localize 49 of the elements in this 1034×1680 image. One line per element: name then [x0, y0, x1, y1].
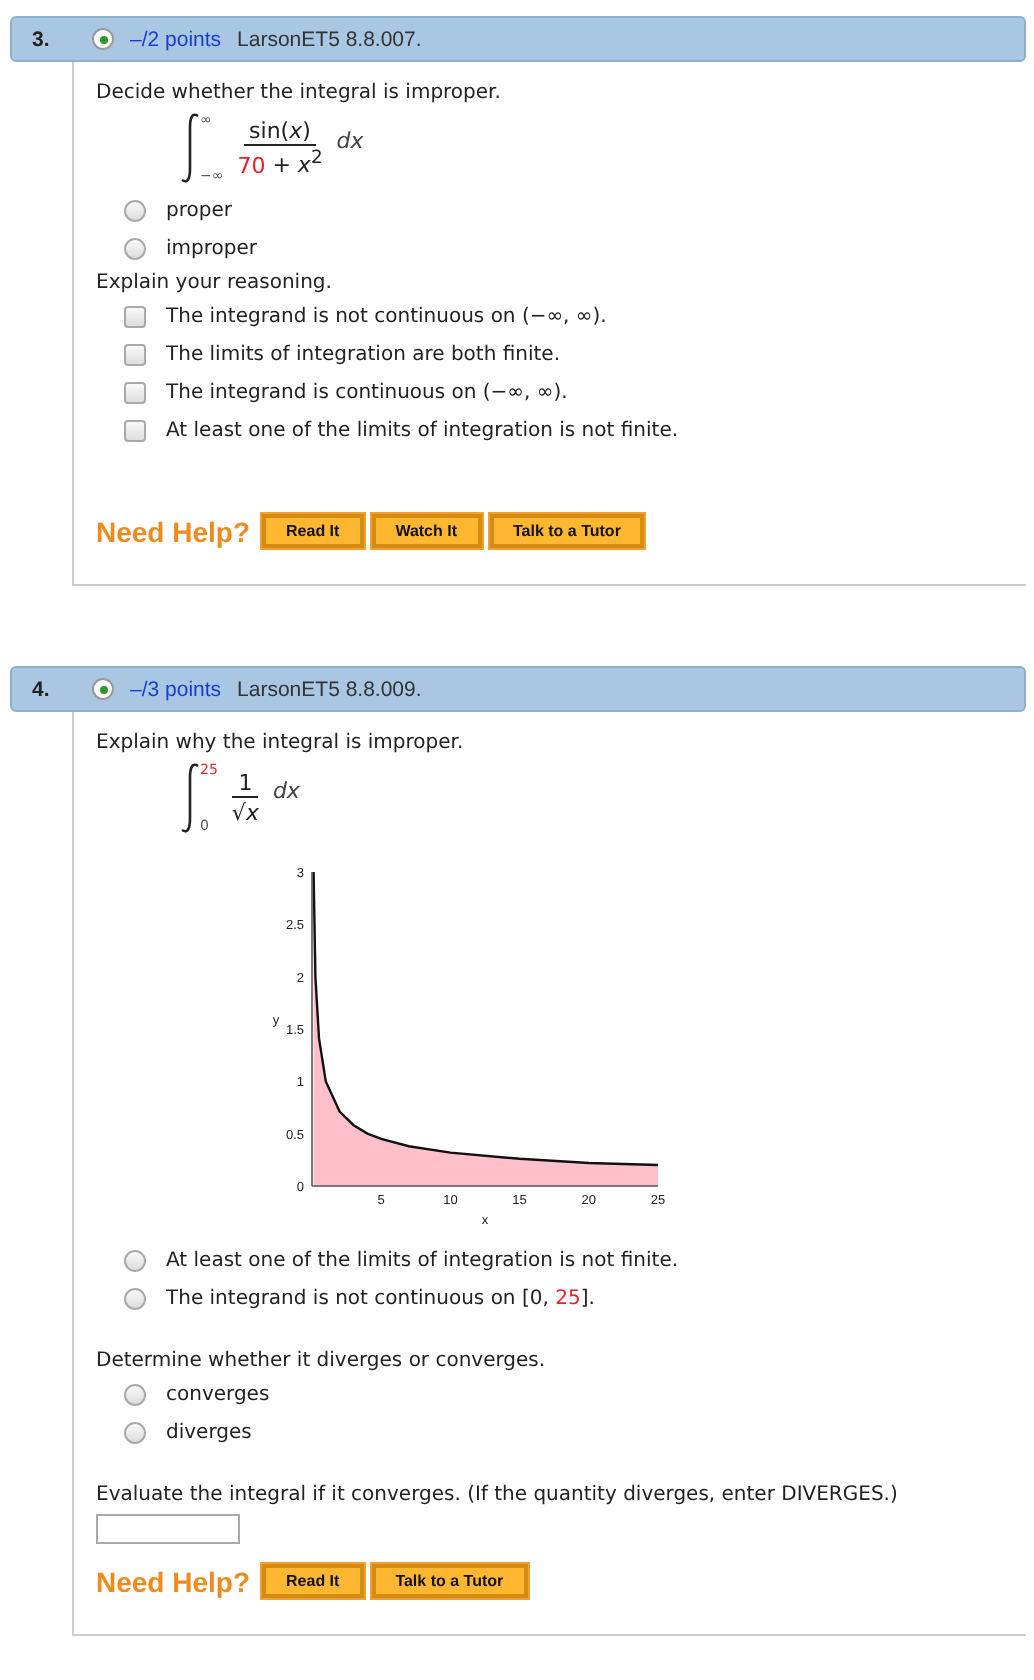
status-dot-icon	[92, 28, 114, 50]
question-text: Explain your reasoning.	[96, 272, 334, 294]
option-label: At least one of the limits of integration is not finite.	[166, 420, 679, 442]
question-number: 4.	[32, 677, 52, 701]
option-label: proper	[166, 200, 232, 222]
need-help-label: Need Help?	[96, 1565, 251, 1597]
checkbox[interactable]	[124, 306, 146, 328]
option-label: The integrand is not continuous on (−∞, ∞).	[166, 306, 607, 328]
points-link[interactable]: –/2 points	[130, 27, 222, 51]
differential: dx	[272, 777, 300, 803]
help-button[interactable]: Watch It	[371, 514, 481, 548]
question-text: Decide whether the integral is improper.	[96, 82, 503, 104]
points-link[interactable]: –/3 points	[130, 677, 222, 701]
answer-field[interactable]	[96, 1514, 240, 1544]
status-dot-icon	[92, 678, 114, 700]
radio-button[interactable]	[124, 1250, 146, 1272]
question-number: 3.	[32, 27, 52, 51]
question-text: Explain why the integral is improper.	[96, 732, 466, 754]
help-button[interactable]: Talk to a Tutor	[489, 514, 645, 548]
option-label: At least one of the limits of integration is not finite.	[166, 1250, 679, 1272]
question-text: Evaluate the integral if it converges. (If the quantity diverges, enter DIVERGES.)	[96, 1484, 900, 1506]
radio-button[interactable]	[124, 1288, 146, 1310]
radio-button[interactable]	[124, 1422, 146, 1444]
question-text: Determine whether it diverges or converges.	[96, 1350, 548, 1372]
radio-button[interactable]	[124, 200, 146, 222]
option-label: The limits of integration are both finite.	[166, 344, 561, 366]
numerator: sin(x)	[243, 117, 317, 146]
help-button[interactable]: Read It	[262, 1564, 364, 1598]
help-button[interactable]: Talk to a Tutor	[371, 1564, 528, 1598]
radio-button[interactable]	[124, 1384, 146, 1406]
question-source: LarsonET5 8.8.007.	[237, 27, 422, 51]
option-label: diverges	[166, 1422, 252, 1444]
need-help-label: Need Help?	[96, 515, 251, 547]
option-label: The integrand is continuous on (−∞, ∞).	[166, 382, 568, 404]
help-button[interactable]: Read It	[262, 514, 364, 548]
radio-button[interactable]	[124, 238, 146, 260]
numerator: 1	[232, 770, 259, 798]
differential: dx	[336, 127, 364, 153]
question-source: LarsonET5 8.8.009.	[237, 677, 422, 701]
option-label: improper	[166, 238, 257, 260]
denominator: √x	[229, 798, 261, 826]
checkbox[interactable]	[124, 382, 146, 404]
option-label: converges	[166, 1384, 270, 1406]
integral-sign-icon	[180, 762, 200, 834]
integral-sign-icon	[180, 112, 200, 184]
denominator: 70 + x$^{2}$	[235, 145, 325, 179]
option-label: The integrand is not continuous on [0, 25].	[166, 1288, 595, 1310]
checkbox[interactable]	[124, 344, 146, 366]
checkbox[interactable]	[124, 420, 146, 442]
